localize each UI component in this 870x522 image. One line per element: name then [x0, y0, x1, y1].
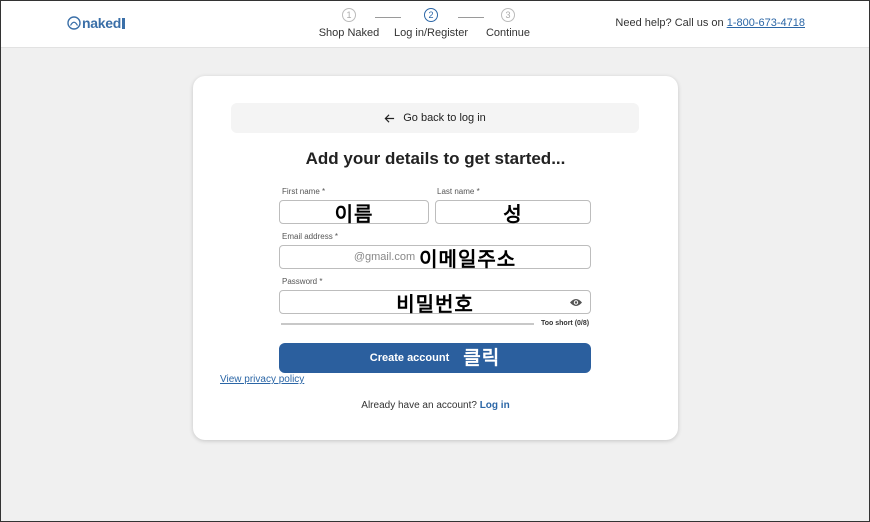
- step-number: 3: [501, 8, 515, 22]
- login-prompt: Already have an account? Log in: [193, 400, 678, 411]
- password-strength-bar: [281, 323, 534, 325]
- privacy-policy-link[interactable]: View privacy policy: [220, 374, 304, 385]
- step-label: Continue: [485, 27, 531, 39]
- email-value: @gmail.com: [353, 251, 416, 263]
- last-name-label: Last name *: [437, 187, 480, 196]
- help-contact: Need help? Call us on 1-800-673-4718: [615, 17, 805, 29]
- arrow-left-icon: [384, 113, 395, 123]
- last-name-annotation: 성: [503, 201, 523, 226]
- password-label: Password *: [282, 277, 323, 286]
- password-annotation: 비밀번호: [396, 291, 474, 316]
- password-strength-text: Too short (0/8): [541, 320, 590, 327]
- email-annotation: 이메일주소: [419, 246, 517, 271]
- help-text: Need help? Call us on: [615, 17, 724, 29]
- step-continue: 3 Continue: [453, 8, 563, 39]
- back-label: Go back to log in: [403, 112, 486, 124]
- email-label: Email address *: [282, 232, 339, 241]
- help-phone-link[interactable]: 1-800-673-4718: [727, 17, 805, 29]
- back-to-login-button[interactable]: Go back to log in: [231, 103, 639, 133]
- last-name-field[interactable]: 성: [435, 200, 591, 226]
- create-account-annotation: 클릭: [463, 346, 501, 369]
- create-account-button[interactable]: Create account 클릭: [279, 343, 591, 373]
- form-title: Add your details to get started...: [305, 149, 566, 168]
- top-header: naked 1 Shop Naked 2 Log in/Register 3 C…: [1, 1, 869, 48]
- password-field[interactable]: 비밀번호: [279, 290, 591, 316]
- step-number: 2: [424, 8, 438, 22]
- create-account-label: Create account: [369, 352, 450, 364]
- register-card: Go back to log in Add your details to ge…: [193, 76, 678, 440]
- eye-icon[interactable]: [569, 297, 583, 308]
- first-name-label: First name *: [282, 187, 326, 196]
- login-prompt-text: Already have an account?: [361, 400, 477, 411]
- login-link[interactable]: Log in: [480, 400, 510, 411]
- first-name-field[interactable]: 이름: [279, 200, 429, 226]
- first-name-annotation: 이름: [334, 201, 374, 226]
- step-number: 1: [342, 8, 356, 22]
- email-field[interactable]: @gmail.com 이메일주소: [279, 245, 591, 271]
